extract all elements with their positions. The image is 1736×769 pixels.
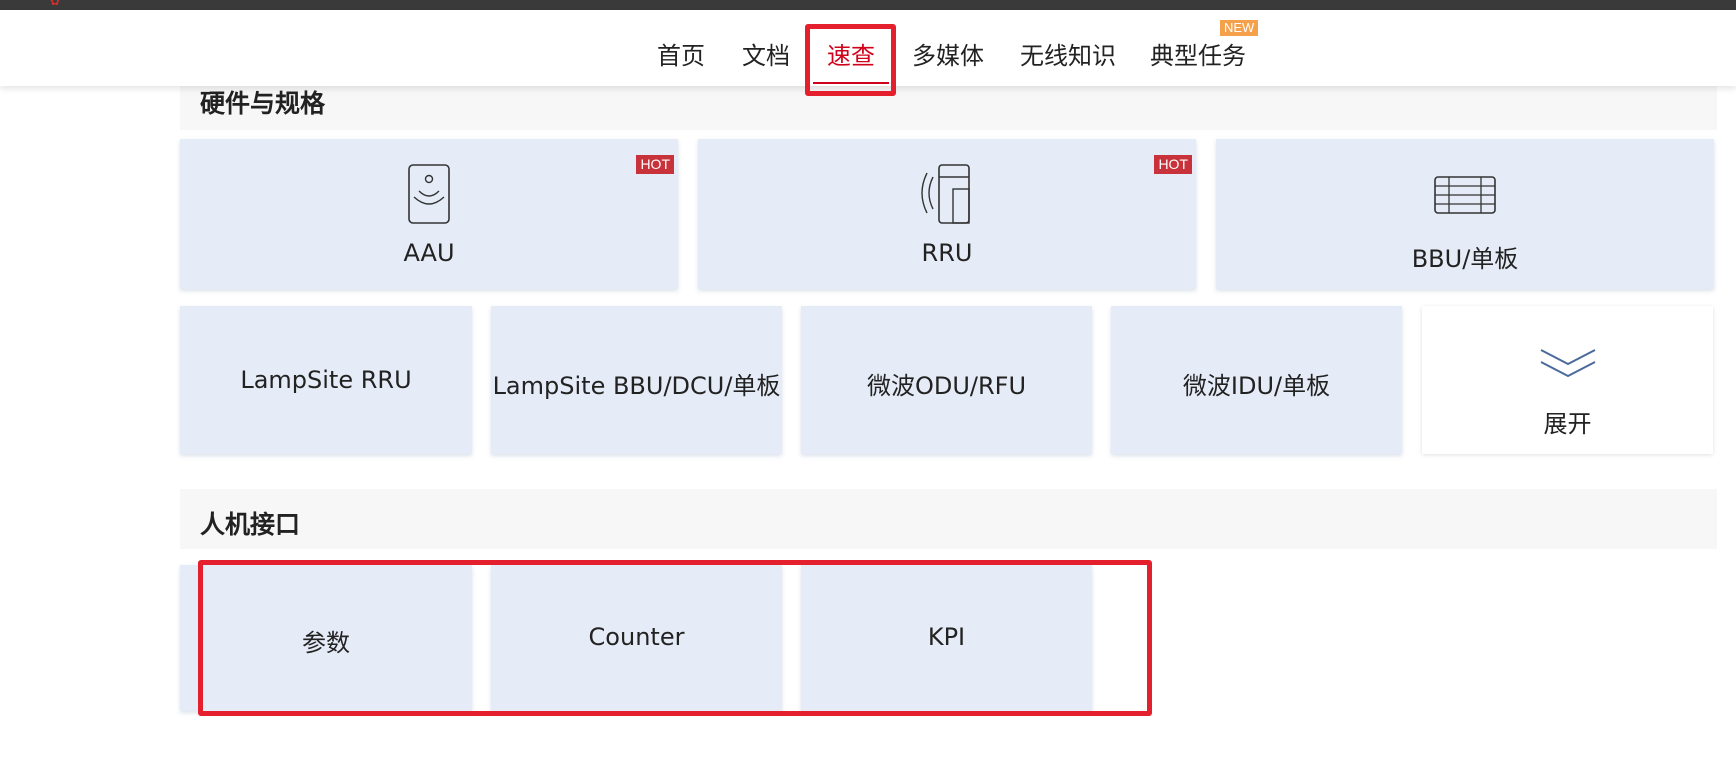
top-bar: ✿ [0,0,1736,10]
tile-microwave-idu[interactable]: 微波IDU/单板 [1111,306,1402,454]
rru-icon [921,164,970,224]
tile-label-lampsite-rru: LampSite RRU [240,366,412,394]
tile-aau[interactable]: HOT AAU [180,139,678,289]
section-header-hmi: 人机接口 [180,489,1717,549]
tile-label-lampsite-bbu: LampSite BBU/DCU/单板 [492,372,781,400]
expand-label: 展开 [1543,410,1592,438]
logo: ✿ [50,0,61,8]
main-nav: 首页 文档 速查 多媒体 无线知识 典型任务 NEW [0,10,1736,86]
nav-item-docs[interactable]: 文档 [742,36,790,71]
tile-microwave-odu[interactable]: 微波ODU/RFU [801,306,1092,454]
tile-lampsite-bbu[interactable]: LampSite BBU/DCU/单板 [491,306,782,454]
tile-counter[interactable]: Counter [491,565,782,711]
tile-label-aau: AAU [403,239,455,267]
tile-rru[interactable]: HOT RRU [698,139,1196,289]
nav-item-quick-lookup[interactable]: 速查 [827,36,875,71]
hot-badge: HOT [636,155,674,174]
tile-label-bbu: BBU/单板 [1411,245,1519,273]
nav-item-typical-tasks[interactable]: 典型任务 [1150,36,1246,71]
tile-parameters[interactable]: 参数 [180,565,472,711]
bbu-icon [1434,176,1496,214]
tile-label-microwave-idu: 微波IDU/单板 [1182,372,1331,400]
new-badge: NEW [1220,20,1259,36]
tile-label-counter: Counter [588,623,685,651]
tile-kpi[interactable]: KPI [801,565,1092,711]
tile-label-rru: RRU [921,239,973,267]
tile-label-kpi: KPI [927,623,966,651]
nav-item-wireless-knowledge[interactable]: 无线知识 [1020,36,1116,71]
nav-item-multimedia[interactable]: 多媒体 [912,36,984,71]
hot-badge: HOT [1154,155,1192,174]
aau-icon [408,164,450,224]
active-tab-underline [813,82,889,84]
tile-lampsite-rru[interactable]: LampSite RRU [180,306,472,454]
expand-button[interactable]: 展开 [1422,306,1713,454]
section-title-hardware: 硬件与规格 [200,89,326,118]
tile-bbu[interactable]: BBU/单板 [1216,139,1714,289]
chevron-down-icon [1540,349,1595,378]
tile-label-microwave-odu: 微波ODU/RFU [866,372,1027,400]
tile-label-parameters: 参数 [302,629,350,657]
section-title-hmi: 人机接口 [200,510,301,539]
nav-item-home[interactable]: 首页 [657,36,705,71]
